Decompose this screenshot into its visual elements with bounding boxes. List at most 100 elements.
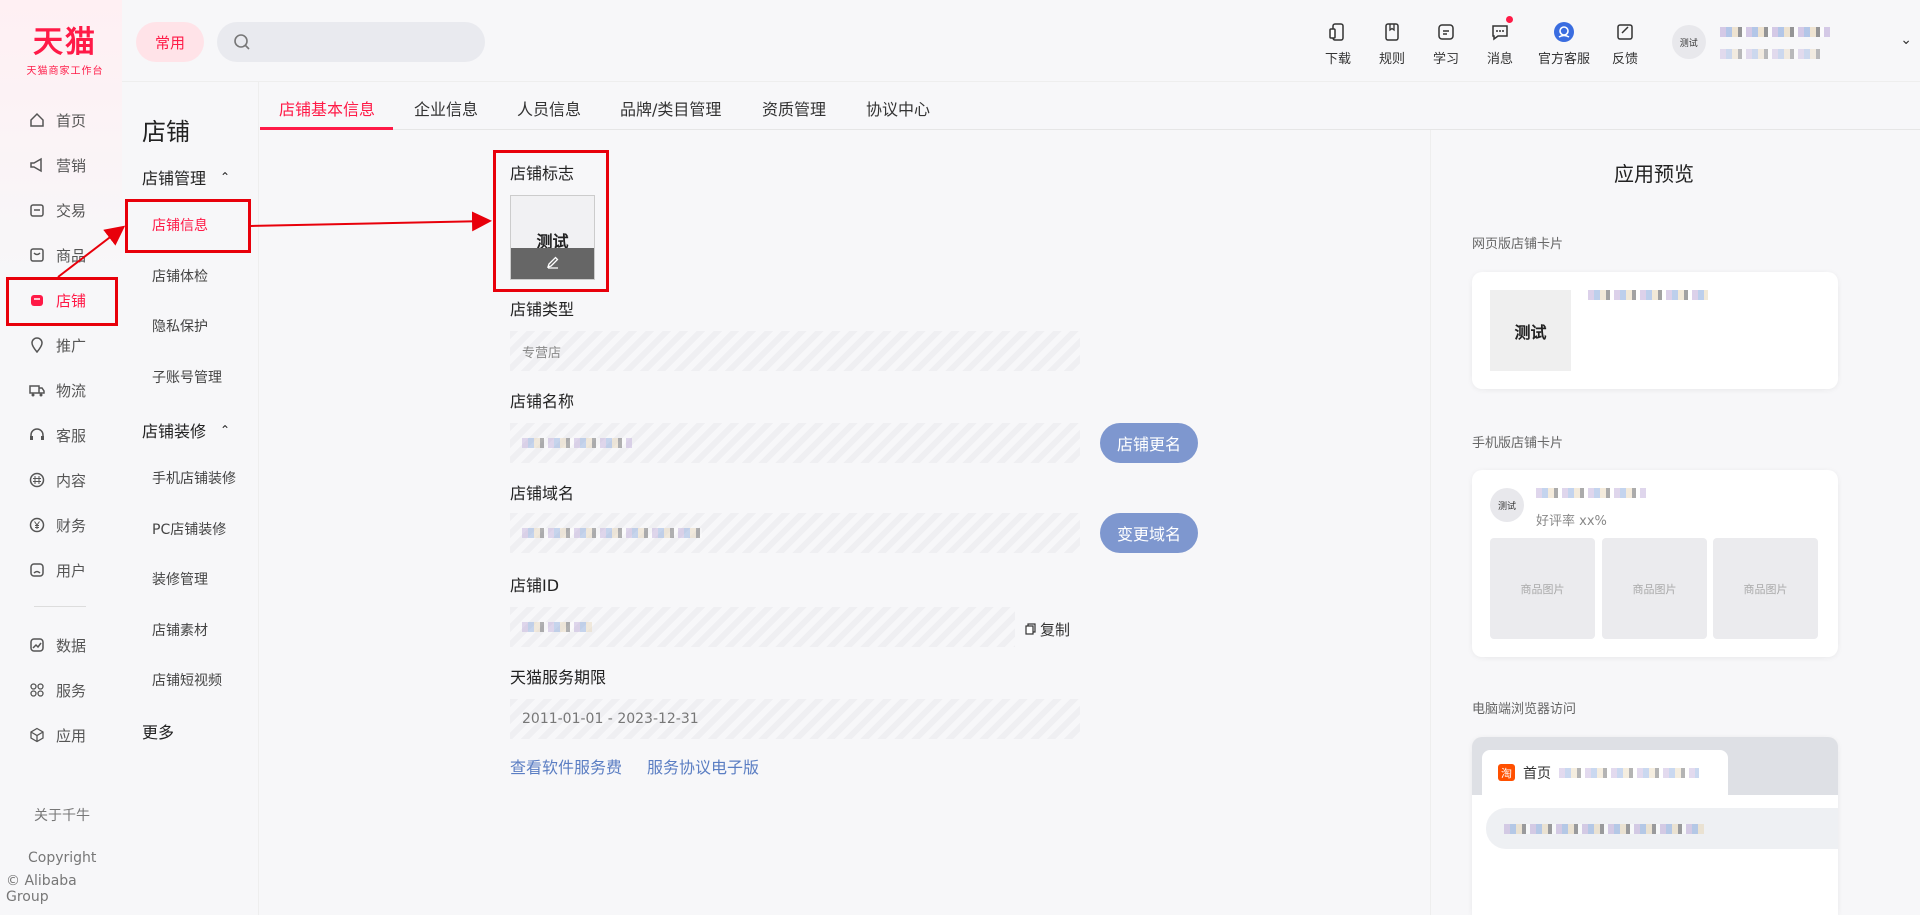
rules-label: 规则 xyxy=(1378,52,1405,67)
chevron-down-icon: ⌄ xyxy=(1900,32,1912,48)
messages-button[interactable]: 消息 xyxy=(1473,16,1527,67)
unread-dot xyxy=(1506,16,1513,23)
change-domain-button[interactable]: 变更域名 xyxy=(1100,513,1198,553)
account-menu[interactable]: 测试 ⌄ xyxy=(1672,24,1920,60)
store-id-field xyxy=(510,607,1015,647)
rail-item-service[interactable]: 客服 xyxy=(28,421,86,449)
service-term-label: 天猫服务期限 xyxy=(510,668,607,687)
subnav-short-video[interactable]: 店铺短视频 xyxy=(152,670,222,690)
company-text: © Alibaba Group xyxy=(6,873,77,905)
cube-icon xyxy=(28,726,46,744)
avatar: 测试 xyxy=(1672,25,1706,59)
software-fee-link[interactable]: 查看软件服务费 xyxy=(510,754,622,778)
product-image-placeholder: 商品图片 xyxy=(1713,538,1818,639)
rail-item-finance[interactable]: 财务 xyxy=(28,511,86,539)
feedback-button[interactable]: 反馈 xyxy=(1598,20,1652,67)
copyright-text: Copyright xyxy=(28,850,97,866)
browser-tab-redacted xyxy=(1559,767,1699,778)
store-type-value: 专营店 xyxy=(522,345,562,361)
account-id-redacted xyxy=(1719,48,1820,59)
mobile-card-avatar: 测试 xyxy=(1490,488,1524,522)
preview-title: 应用预览 xyxy=(1614,162,1694,186)
rail-label: 推广 xyxy=(56,336,87,355)
taobao-icon: 淘 xyxy=(1498,764,1515,781)
pc-browser-label: 电脑端浏览器访问 xyxy=(1472,702,1577,717)
feedback-icon xyxy=(1598,20,1652,44)
book-icon xyxy=(1365,20,1419,44)
browser-tab: 淘 首页 xyxy=(1482,750,1728,795)
tab-qualification[interactable]: 资质管理 xyxy=(762,96,826,120)
official-service-label: 官方客服 xyxy=(1537,52,1590,67)
product-image-placeholder: 商品图片 xyxy=(1602,538,1707,639)
domain-redacted xyxy=(522,528,702,538)
rail-label: 应用 xyxy=(56,726,87,745)
headset-icon xyxy=(28,426,46,444)
store-name-label: 店铺名称 xyxy=(510,392,575,411)
service-agreement-link[interactable]: 服务协议电子版 xyxy=(647,754,759,778)
subnav-decoration-management[interactable]: 装修管理 xyxy=(152,569,208,589)
rename-store-button[interactable]: 店铺更名 xyxy=(1100,423,1198,463)
mobile-store-card: 测试 好评率 xx% 商品图片 商品图片 商品图片 xyxy=(1472,470,1838,657)
chart-icon xyxy=(28,636,46,654)
grid-icon xyxy=(28,681,46,699)
web-store-card: 测试 xyxy=(1472,272,1838,389)
phone-icon xyxy=(1311,20,1365,44)
rail-item-apps[interactable]: 应用 xyxy=(28,721,86,749)
group-store-decoration[interactable]: 店铺装修 ⌃ xyxy=(142,418,230,442)
web-card-label: 网页版店铺卡片 xyxy=(1472,237,1564,252)
rail-item-promotion[interactable]: 推广 xyxy=(28,331,86,359)
about-qianniu-link[interactable]: 关于千牛 xyxy=(34,805,90,825)
download-label: 下载 xyxy=(1324,52,1351,67)
copy-button[interactable]: 复制 xyxy=(1025,619,1070,640)
yen-icon xyxy=(28,516,46,534)
rail-item-services[interactable]: 服务 xyxy=(28,676,86,704)
download-button[interactable]: 下载 xyxy=(1311,20,1365,67)
rail-item-users[interactable]: 用户 xyxy=(28,556,86,584)
group-label: 店铺装修 xyxy=(142,422,207,441)
learn-button[interactable]: 学习 xyxy=(1419,20,1473,67)
tab-brand-category[interactable]: 品牌/类目管理 xyxy=(620,96,721,120)
copy-label: 复制 xyxy=(1040,621,1071,639)
truck-icon xyxy=(28,381,46,399)
mobile-card-label: 手机版店铺卡片 xyxy=(1472,436,1564,451)
annotation-arrows xyxy=(57,211,492,278)
rail-label: 物流 xyxy=(56,381,87,400)
store-id-label: 店铺ID xyxy=(510,576,560,595)
rules-button[interactable]: 规则 xyxy=(1365,20,1419,67)
store-id-redacted xyxy=(522,622,592,632)
subnav-store-assets[interactable]: 店铺素材 xyxy=(152,620,208,640)
rail-item-logistics[interactable]: 物流 xyxy=(28,376,86,404)
feedback-label: 反馈 xyxy=(1611,52,1638,67)
hash-icon xyxy=(28,471,46,489)
web-card-logo: 测试 xyxy=(1490,290,1571,371)
user-icon xyxy=(28,561,46,579)
service-term-field: 2011-01-01 - 2023-12-31 xyxy=(510,699,1080,739)
subnav-mobile-decoration[interactable]: 手机店铺装修 xyxy=(152,468,236,488)
rail-label: 服务 xyxy=(56,681,87,700)
mobile-card-name-redacted xyxy=(1536,488,1646,498)
official-service-button[interactable]: 官方客服 xyxy=(1532,20,1596,67)
web-card-name-redacted xyxy=(1588,290,1708,300)
domain-label: 店铺域名 xyxy=(510,484,575,503)
rail-item-data[interactable]: 数据 xyxy=(28,631,86,659)
browser-address-bar xyxy=(1486,808,1838,849)
rail-divider xyxy=(34,606,86,607)
learn-label: 学习 xyxy=(1432,52,1459,67)
tab-agreement-center[interactable]: 协议中心 xyxy=(866,96,930,120)
rail-label: 用户 xyxy=(56,561,87,580)
store-name-field xyxy=(510,423,1080,463)
address-redacted xyxy=(1504,823,1704,834)
subnav-pc-decoration[interactable]: PC店铺装修 xyxy=(152,519,226,539)
rail-label: 内容 xyxy=(56,471,87,490)
mobile-card-rating: 好评率 xx% xyxy=(1536,514,1607,529)
more-link[interactable]: 更多 xyxy=(142,719,174,743)
location-icon xyxy=(28,336,46,354)
product-image-placeholder: 商品图片 xyxy=(1490,538,1595,639)
subnav-subaccounts[interactable]: 子账号管理 xyxy=(152,367,222,387)
rail-item-content[interactable]: 内容 xyxy=(28,466,86,494)
copy-icon xyxy=(1025,621,1036,639)
rail-label: 客服 xyxy=(56,426,87,445)
browser-tab-title: 首页 xyxy=(1523,765,1551,782)
account-name-redacted xyxy=(1719,26,1830,37)
preview-panel: 应用预览 网页版店铺卡片 测试 手机版店铺卡片 测试 好评率 xx% 商品图片 … xyxy=(1430,130,1920,915)
